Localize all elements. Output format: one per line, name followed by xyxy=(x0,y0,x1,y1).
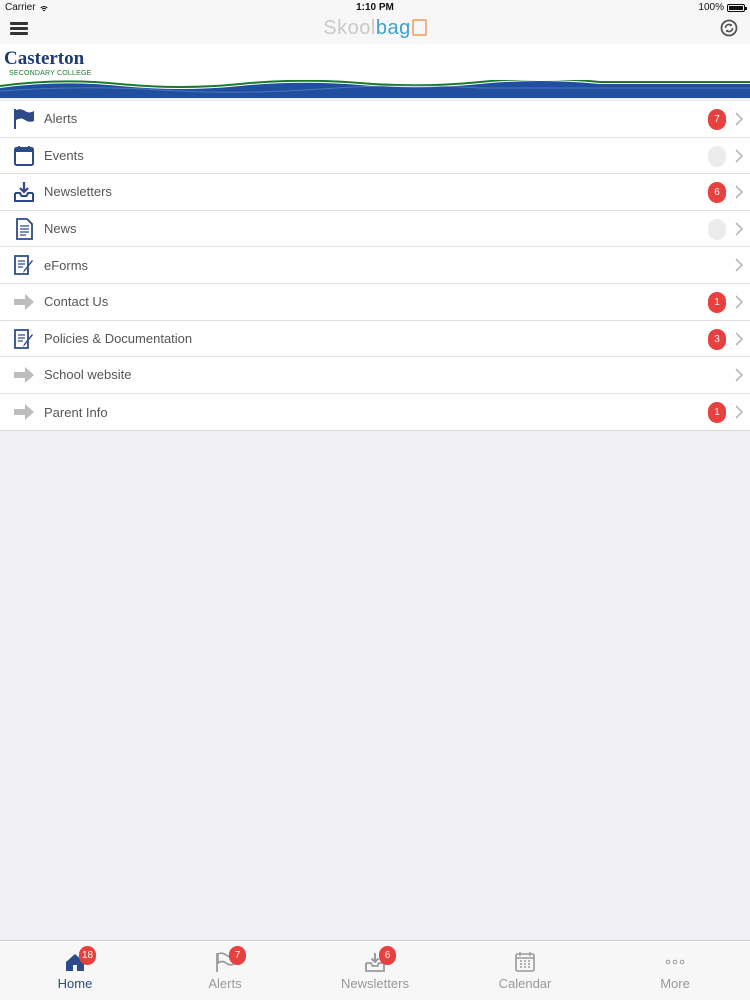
more-dots-icon xyxy=(665,959,685,965)
status-time: 1:10 PM xyxy=(356,2,394,13)
chevron-right-icon xyxy=(735,331,744,346)
tab-label: More xyxy=(660,976,690,991)
document-icon xyxy=(16,217,33,240)
form-pencil-icon xyxy=(14,255,33,276)
unread-badge: 3 xyxy=(708,328,726,350)
unread-badge: 7 xyxy=(708,109,726,130)
bottom-tab-bar: 18 Home 7 Alerts 6 Newsletters Calendar … xyxy=(0,940,750,1000)
menu-item-label: School website xyxy=(44,367,132,383)
banner-wave-graphic xyxy=(0,80,750,98)
tab-alerts[interactable]: 7 Alerts xyxy=(150,941,300,1000)
tab-badge: 6 xyxy=(379,946,396,965)
calendar-icon xyxy=(515,952,535,972)
chevron-right-icon xyxy=(735,185,744,199)
menu-item-label: Newsletters xyxy=(44,184,112,200)
status-bar: Carrier 1:10 PM 100% xyxy=(0,0,750,16)
unread-badge: 1 xyxy=(708,401,726,423)
tab-label: Newsletters xyxy=(341,976,409,991)
chevron-right-icon xyxy=(735,149,744,163)
menu-item-label: Events xyxy=(44,147,84,163)
tab-badge: 18 xyxy=(79,946,97,965)
tab-label: Alerts xyxy=(208,976,242,991)
chevron-right-icon xyxy=(735,295,744,309)
menu-item-contact-us[interactable]: Contact Us 1 xyxy=(0,284,750,321)
chevron-right-icon xyxy=(735,368,744,382)
arrow-right-icon xyxy=(14,403,34,420)
chevron-right-icon xyxy=(735,258,744,272)
battery-info: 100% xyxy=(698,2,747,13)
battery-icon xyxy=(727,3,747,12)
menu-item-parent-info[interactable]: Parent Info 1 xyxy=(0,394,750,431)
bag-icon xyxy=(411,19,427,36)
school-name: Casterton xyxy=(4,48,85,69)
tab-label: Calendar xyxy=(498,976,552,991)
menu-item-school-website[interactable]: School website xyxy=(0,357,750,394)
menu-item-label: Policies & Documentation xyxy=(44,330,193,346)
chevron-right-icon xyxy=(735,112,744,126)
tab-label: Home xyxy=(57,976,93,991)
tab-badge: 7 xyxy=(229,946,246,965)
main-menu-list: Alerts 7 Events Newsletters 6 News eForm… xyxy=(0,101,750,432)
calendar-icon xyxy=(14,145,34,166)
nav-bar: Skoolbag xyxy=(0,16,750,44)
menu-item-label: Parent Info xyxy=(44,404,108,420)
inbox-download-icon xyxy=(14,182,34,203)
school-banner: Casterton SECONDARY COLLEGE xyxy=(0,44,750,98)
menu-item-eforms[interactable]: eForms xyxy=(0,247,750,284)
menu-item-label: Contact Us xyxy=(44,294,109,310)
unread-badge: 6 xyxy=(708,182,726,204)
menu-item-policies[interactable]: Policies & Documentation 3 xyxy=(0,321,750,358)
tab-more[interactable]: More xyxy=(600,941,750,1000)
menu-item-alerts[interactable]: Alerts 7 xyxy=(0,101,750,138)
brand-text-part2: bag xyxy=(375,17,411,39)
unread-badge: 1 xyxy=(708,291,726,313)
menu-item-label: eForms xyxy=(44,257,89,273)
app-brand-logo: Skoolbag xyxy=(0,17,750,40)
arrow-right-icon xyxy=(14,367,34,384)
menu-item-news[interactable]: News xyxy=(0,211,750,248)
menu-item-newsletters[interactable]: Newsletters 6 xyxy=(0,174,750,211)
brand-text-part1: Skool xyxy=(323,17,376,39)
battery-percent: 100% xyxy=(698,2,724,13)
menu-item-label: Alerts xyxy=(44,111,78,127)
chevron-right-icon xyxy=(735,222,744,236)
menu-item-label: News xyxy=(44,221,77,237)
flag-icon xyxy=(14,109,34,129)
menu-item-events[interactable]: Events xyxy=(0,138,750,175)
empty-badge xyxy=(708,145,726,167)
chevron-right-icon xyxy=(735,405,744,419)
sync-icon[interactable] xyxy=(720,19,738,37)
tab-newsletters[interactable]: 6 Newsletters xyxy=(300,941,450,1000)
school-subtitle: SECONDARY COLLEGE xyxy=(9,70,92,77)
arrow-right-icon xyxy=(14,293,34,310)
tab-home[interactable]: 18 Home xyxy=(0,941,150,1000)
form-pencil-icon xyxy=(14,328,33,349)
empty-badge xyxy=(708,218,726,240)
tab-calendar[interactable]: Calendar xyxy=(450,941,600,1000)
